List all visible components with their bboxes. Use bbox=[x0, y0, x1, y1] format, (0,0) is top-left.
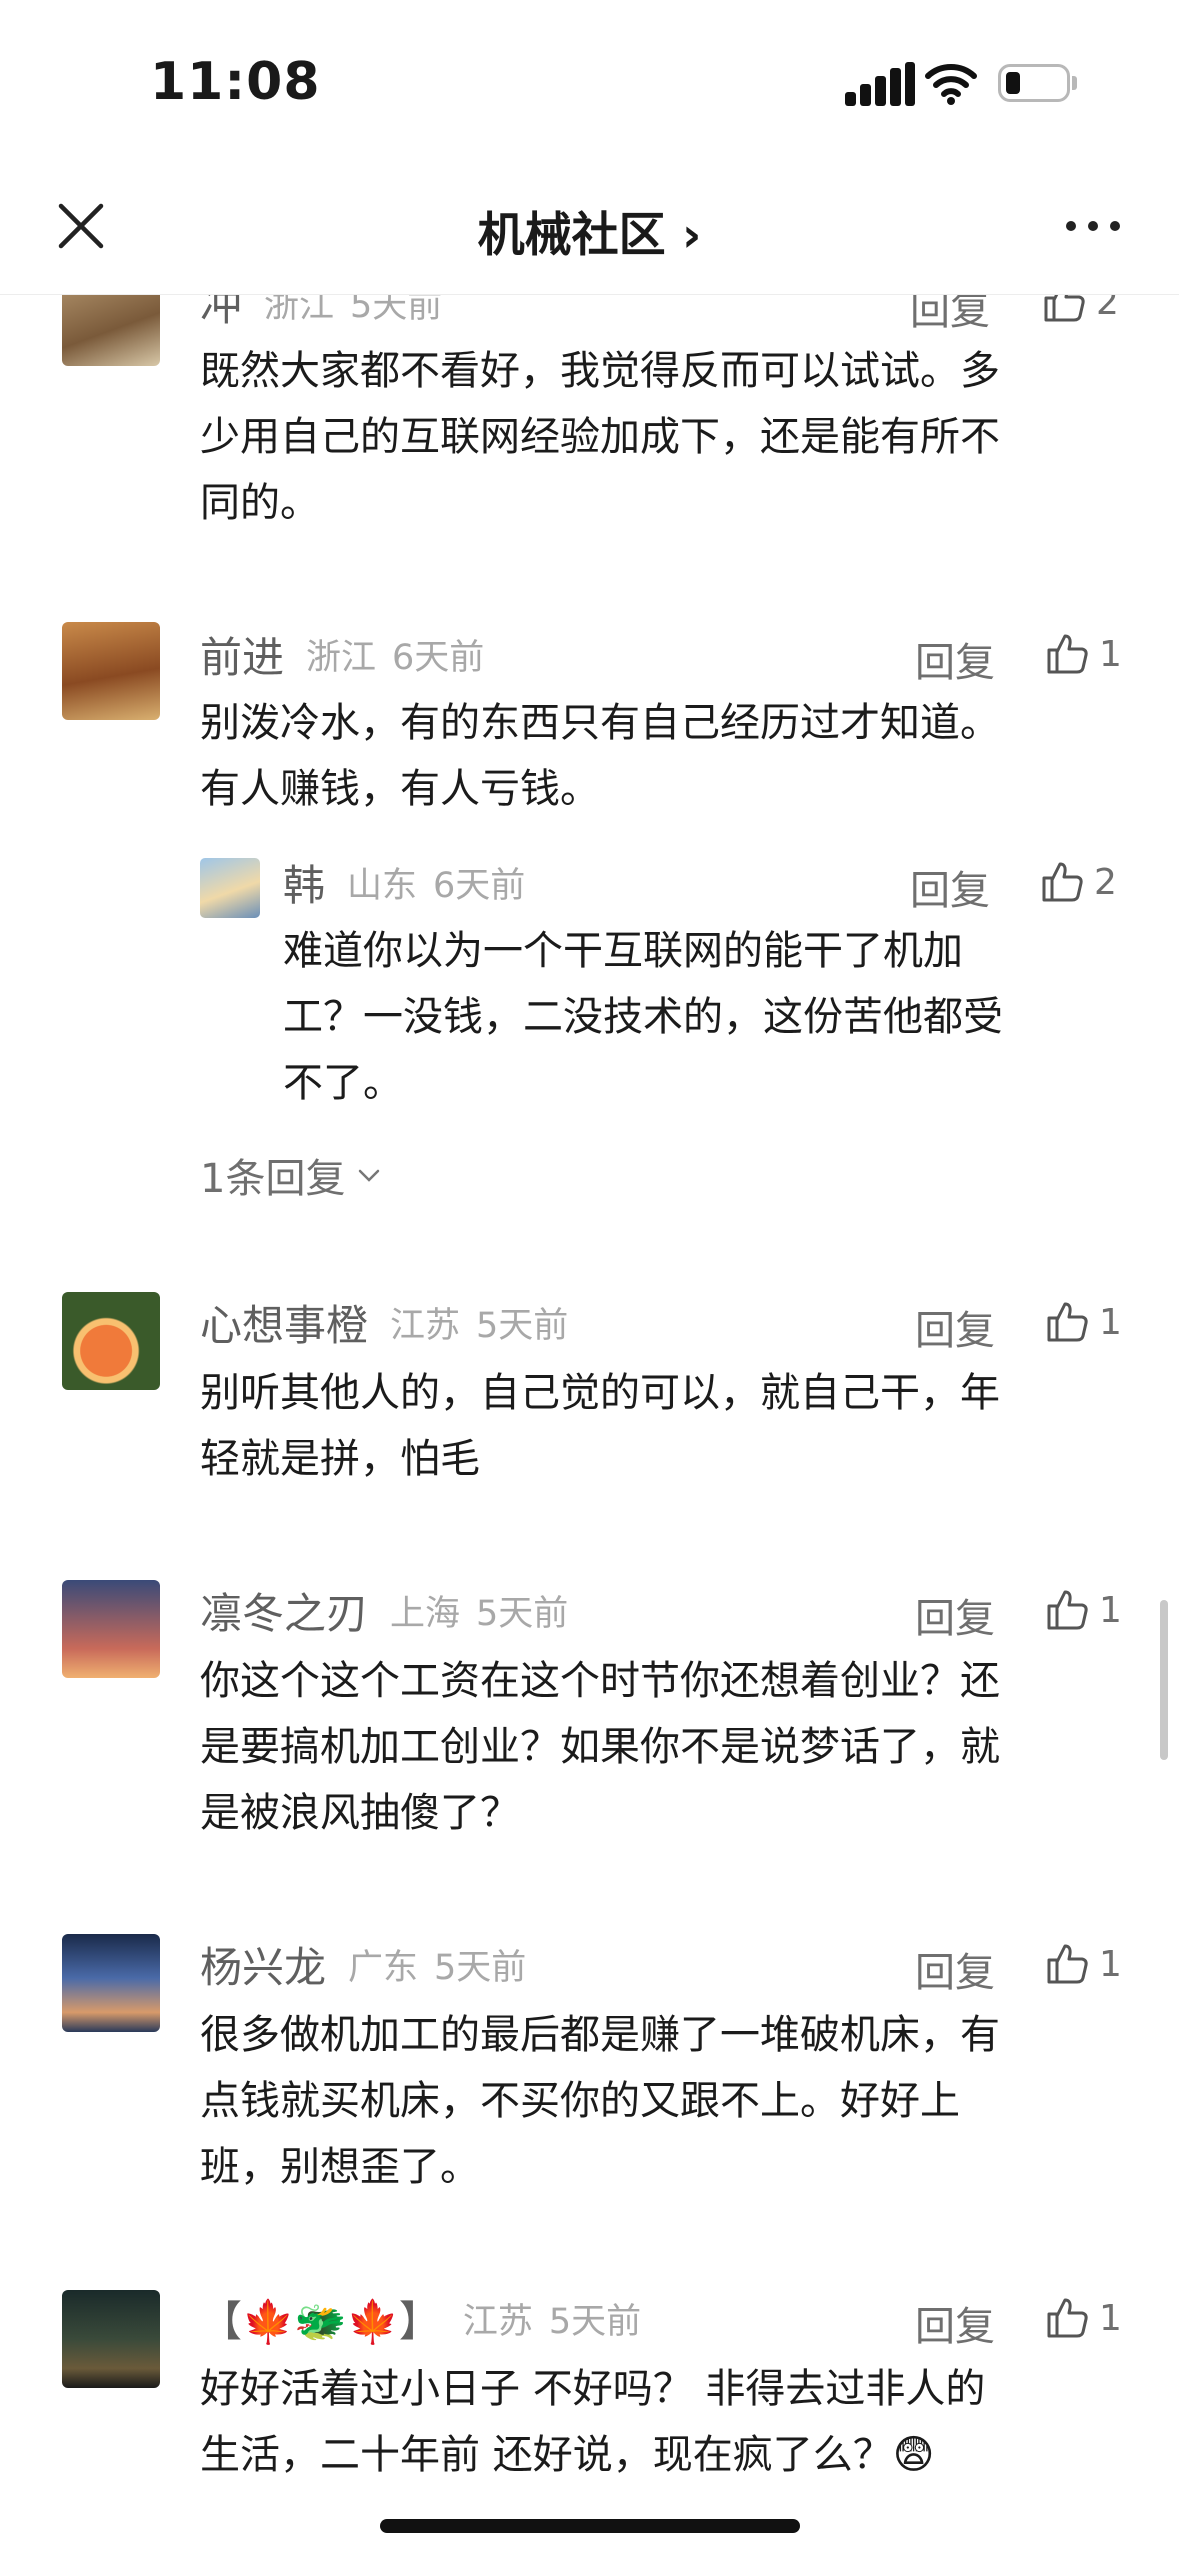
thumbs-up-icon bbox=[1047, 2298, 1088, 2338]
thumbs-up-icon bbox=[1047, 634, 1088, 674]
reply-button[interactable]: 回复 bbox=[915, 630, 995, 688]
status-time: 11:08 bbox=[150, 52, 321, 112]
like-count: 1 bbox=[1099, 1301, 1122, 1343]
battery-cap bbox=[1072, 76, 1077, 90]
comment-time: 5天前 bbox=[476, 1305, 569, 1346]
avatar[interactable] bbox=[62, 1292, 160, 1390]
reply-button[interactable]: 回复 bbox=[915, 1586, 995, 1644]
nav-bar: 机械社区 › bbox=[0, 160, 1179, 295]
comment-location: 江苏 bbox=[390, 1305, 461, 1346]
avatar[interactable] bbox=[62, 622, 160, 720]
reply-location: 山东 bbox=[347, 865, 418, 906]
comment-text: 别听其他人的，自己觉的可以，就自己干，年 轻就是拼，怕毛 bbox=[200, 1370, 1000, 1482]
status-bar: 11:08 bbox=[0, 0, 1179, 160]
comment-list[interactable]: 冲 浙江 5天前 回复 2 既然大家都不看好，我觉得反而可以试试。多 少用自己的互… bbox=[0, 0, 1179, 2556]
scrollbar-thumb[interactable] bbox=[1160, 1600, 1168, 1760]
like-count: 1 bbox=[1099, 1943, 1122, 1985]
reply-time: 6天前 bbox=[433, 865, 526, 906]
like-button[interactable]: 2 bbox=[1038, 852, 1117, 912]
wifi-icon bbox=[925, 64, 977, 105]
thumbs-up-icon bbox=[1047, 1944, 1088, 1984]
expand-replies-button[interactable]: 1条回复 bbox=[200, 1146, 383, 1204]
reply-text: 难道你以为一个干互联网的能干了机加 工？一没钱，二没技术的，这份苦他都受 不了。 bbox=[283, 928, 1003, 1106]
like-button[interactable]: 1 bbox=[1043, 2288, 1122, 2348]
comment-time: 5天前 bbox=[434, 1947, 527, 1988]
comment-location: 广东 bbox=[348, 1947, 419, 1988]
comment-author[interactable]: 前进 bbox=[200, 624, 284, 685]
like-count: 1 bbox=[1099, 1589, 1122, 1631]
like-count: 2 bbox=[1094, 861, 1117, 903]
avatar[interactable] bbox=[62, 1934, 160, 2032]
comment-time: 6天前 bbox=[392, 637, 485, 678]
avatar[interactable] bbox=[62, 1580, 160, 1678]
comment-text: 好好活着过小日子 不好吗？ 非得去过非人的 生活，二十年前 还好说，现在疯了么？😨 bbox=[200, 2366, 986, 2478]
comment-time: 5天前 bbox=[476, 1593, 569, 1634]
reply-button[interactable]: 回复 bbox=[915, 2294, 995, 2352]
comment-location: 江苏 bbox=[462, 2301, 533, 2342]
like-count: 1 bbox=[1099, 633, 1122, 675]
comment-text: 很多做机加工的最后都是赚了一堆破机床，有 点钱就买机床，不买你的又跟不上。好好上班… bbox=[200, 2012, 1000, 2190]
comment-author[interactable]: 心想事橙 bbox=[200, 1292, 368, 1353]
chevron-down-icon bbox=[359, 1169, 380, 1182]
like-button[interactable]: 1 bbox=[1043, 1580, 1122, 1640]
battery-icon bbox=[998, 64, 1070, 102]
nav-title[interactable]: 机械社区 › bbox=[0, 196, 1179, 265]
thumbs-up-icon bbox=[1047, 1590, 1088, 1630]
comment-author[interactable]: 【🍁🐲🍁】 bbox=[200, 2288, 441, 2349]
reply-button[interactable]: 回复 bbox=[915, 1940, 995, 1998]
comment-text: 别泼冷水，有的东西只有自己经历过才知道。 有人赚钱，有人亏钱。 bbox=[200, 700, 1000, 812]
like-button[interactable]: 1 bbox=[1043, 1934, 1122, 1994]
comment-time: 5天前 bbox=[548, 2301, 642, 2342]
thumbs-up-icon bbox=[1042, 862, 1083, 902]
thumbs-up-icon bbox=[1047, 1302, 1088, 1342]
cellular-signal-icon bbox=[845, 62, 915, 106]
comment-location: 浙江 bbox=[306, 637, 377, 678]
avatar[interactable] bbox=[62, 2290, 160, 2388]
avatar[interactable] bbox=[200, 858, 260, 918]
home-indicator[interactable] bbox=[380, 2519, 800, 2533]
like-button[interactable]: 1 bbox=[1043, 1292, 1122, 1352]
more-options-icon[interactable] bbox=[1063, 212, 1123, 240]
reply-button[interactable]: 回复 bbox=[910, 858, 990, 916]
comment-text: 既然大家都不看好，我觉得反而可以试试。多 少用自己的互联网经验加成下，还是能有所不… bbox=[200, 348, 1000, 526]
comment-author[interactable]: 凛冬之刃 bbox=[200, 1580, 368, 1641]
like-button[interactable]: 1 bbox=[1043, 624, 1122, 684]
reply-author[interactable]: 韩 bbox=[283, 852, 325, 913]
comment-location: 上海 bbox=[390, 1593, 461, 1634]
comment-author[interactable]: 杨兴龙 bbox=[200, 1934, 326, 1995]
reply-button[interactable]: 回复 bbox=[915, 1298, 995, 1356]
comment-text: 你这个这个工资在这个时节你还想着创业？还 是要搞机加工创业？如果你不是说梦话了，就… bbox=[200, 1658, 1000, 1836]
like-count: 1 bbox=[1099, 2297, 1122, 2339]
